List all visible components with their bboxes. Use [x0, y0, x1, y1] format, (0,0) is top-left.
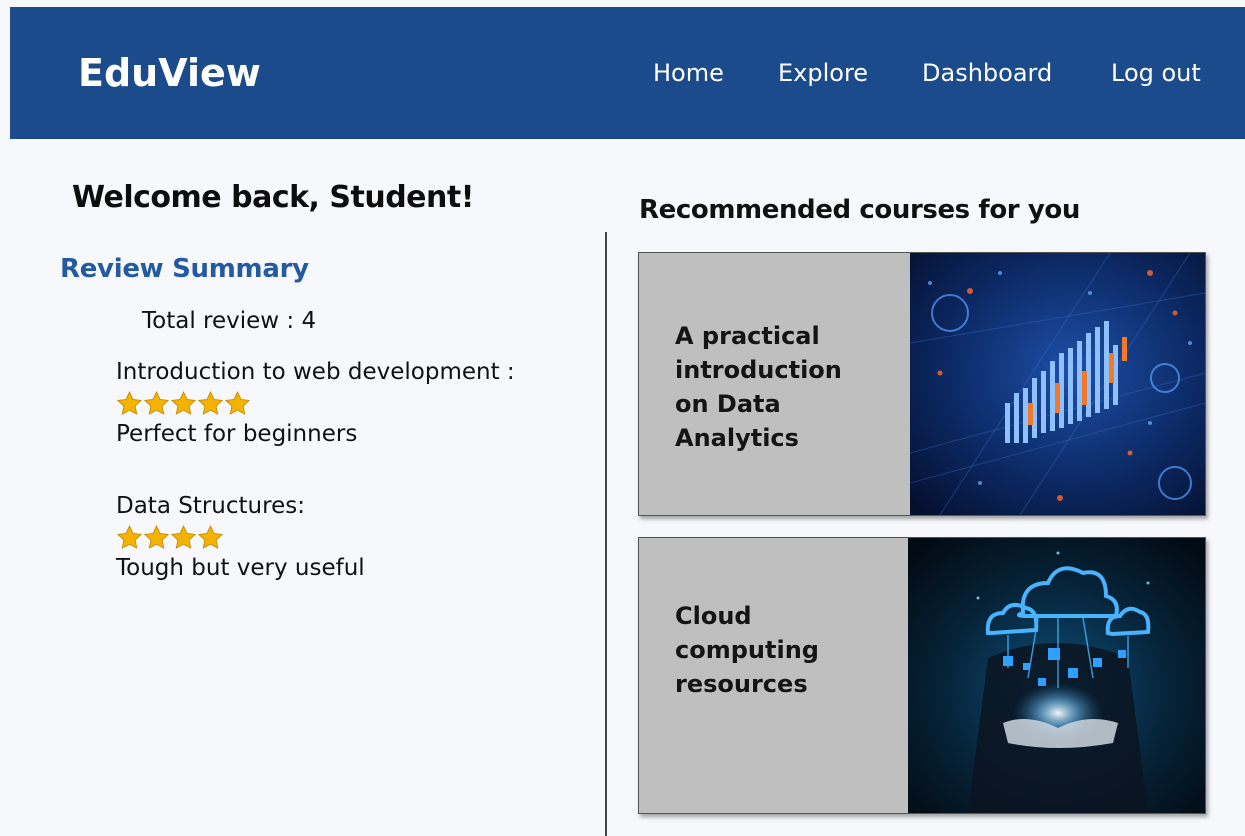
star-rating: [116, 522, 365, 552]
course-card[interactable]: A practical introduction on Data Analyti…: [638, 252, 1206, 516]
star-icon: [224, 390, 251, 417]
course-title-line: on Data: [675, 390, 781, 418]
cloud-computing-hands-image: [908, 538, 1205, 813]
star-icon: [170, 524, 197, 551]
nav-logout-link[interactable]: Log out: [1111, 59, 1201, 87]
course-title-line: resources: [675, 670, 808, 698]
course-title-line: introduction: [675, 356, 842, 384]
column-divider: [605, 232, 607, 836]
star-icon: [170, 390, 197, 417]
review-item: Data Structures: Tough but very useful: [116, 490, 365, 584]
review-comment: Tough but very useful: [116, 555, 365, 581]
review-summary-title: Review Summary: [60, 254, 309, 284]
nav-home-link[interactable]: Home: [653, 59, 724, 87]
recommended-courses-title: Recommended courses for you: [639, 195, 1080, 225]
course-title-line: Analytics: [675, 424, 799, 452]
star-rating: [116, 388, 515, 418]
welcome-heading: Welcome back, Student!: [72, 180, 474, 215]
star-icon: [143, 390, 170, 417]
top-navbar: EduView Home Explore Dashboard Log out: [10, 7, 1245, 139]
course-title-line: Cloud: [675, 602, 752, 630]
course-title-line: computing: [675, 636, 819, 664]
star-icon: [197, 390, 224, 417]
nav-explore-link[interactable]: Explore: [778, 59, 868, 87]
star-icon: [197, 524, 224, 551]
review-course-name: Introduction to web development :: [116, 359, 515, 385]
course-card[interactable]: Cloud computing resources: [638, 537, 1206, 814]
brand-logo[interactable]: EduView: [78, 51, 261, 95]
total-review-count: Total review : 4: [142, 308, 317, 334]
review-course-name: Data Structures:: [116, 493, 305, 519]
star-icon: [116, 524, 143, 551]
review-comment: Perfect for beginners: [116, 421, 358, 447]
data-analytics-chart-image: [910, 253, 1205, 515]
course-card-title: A practical introduction on Data Analyti…: [675, 319, 865, 455]
course-card-title: Cloud computing resources: [675, 599, 865, 701]
review-item: Introduction to web development : Perfec…: [116, 356, 515, 450]
star-icon: [143, 524, 170, 551]
course-title-line: A practical: [675, 322, 820, 350]
star-icon: [116, 390, 143, 417]
nav-dashboard-link[interactable]: Dashboard: [922, 59, 1052, 87]
